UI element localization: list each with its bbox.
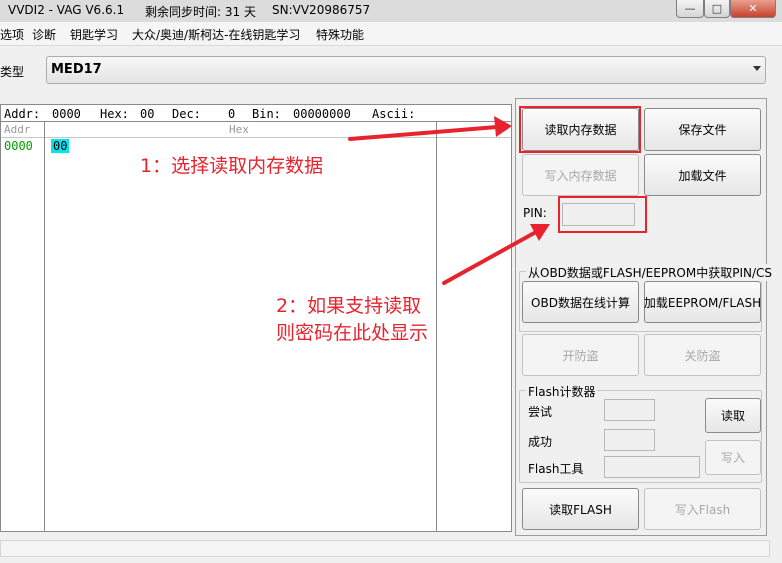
arrow-to-pin-field	[442, 230, 538, 285]
annotation-step1: 1：选择读取内存数据	[140, 155, 324, 177]
annotation-arrows	[348, 116, 550, 285]
annotation-step2-line1: 2：如果支持读取	[276, 295, 422, 317]
arrow-head-read-memory	[494, 116, 512, 137]
annotation-step2-line2: 则密码在此处显示	[276, 322, 429, 344]
arrow-to-read-memory	[348, 125, 499, 141]
